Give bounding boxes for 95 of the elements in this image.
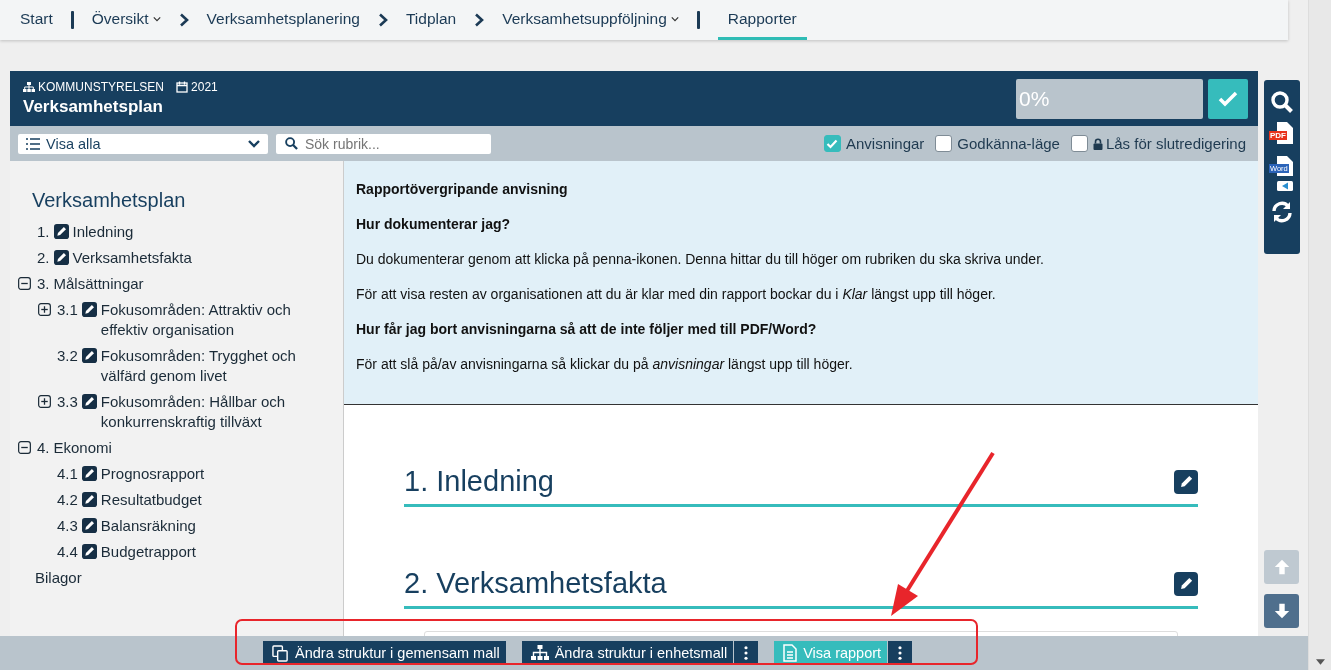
outline-item[interactable]: Bilagor xyxy=(35,568,82,588)
item-number: 3.2 xyxy=(57,346,78,366)
item-number: 1. xyxy=(37,222,50,242)
kebab-icon xyxy=(744,646,749,660)
nav-link[interactable]: Start xyxy=(20,0,53,40)
outline-title[interactable]: Verksamhetsplan xyxy=(32,189,343,212)
edit-icon[interactable] xyxy=(81,394,97,409)
more-menu-button[interactable] xyxy=(734,641,759,665)
outline-item[interactable]: Prognosrapport xyxy=(100,464,205,484)
outline-item[interactable]: Målsättningar xyxy=(53,274,144,294)
arrow-up-icon xyxy=(1272,558,1291,576)
outline-item[interactable]: Fokusområden: Attraktiv och effektiv organisation xyxy=(100,300,316,340)
edit-icon[interactable] xyxy=(53,250,69,265)
action-button[interactable]: Ändra struktur i enhetsmall xyxy=(521,641,734,665)
instruction-text: Du dokumenterar genom att klicka på penna-ikonen. Denna hittar du till höger om rubriken du ska skriva under. xyxy=(356,251,1045,267)
calendar-icon xyxy=(176,81,189,93)
pencil-icon xyxy=(1178,576,1194,591)
edit-icon[interactable] xyxy=(81,466,97,481)
refresh-icon[interactable] xyxy=(1270,200,1294,224)
checkbox[interactable] xyxy=(935,135,953,152)
expand-icon[interactable] xyxy=(38,303,51,316)
org-chart-icon xyxy=(530,645,549,661)
kebab-icon xyxy=(898,646,903,660)
more-menu-button[interactable] xyxy=(888,641,913,665)
nav-link[interactable]: Rapporter xyxy=(717,0,807,40)
chevron-icon xyxy=(474,13,485,27)
edit-icon[interactable] xyxy=(81,302,97,317)
nav-link[interactable]: Tidplan xyxy=(405,0,457,40)
document-icon xyxy=(783,644,798,662)
nav-link[interactable]: Verksamhetsuppföljning xyxy=(502,0,679,40)
item-number: 4.4 xyxy=(57,542,78,562)
checkbox-label[interactable]: Lås för slutredigering xyxy=(1105,135,1246,152)
year: 2021 xyxy=(191,80,218,94)
collapse-icon[interactable] xyxy=(18,277,31,290)
scrollbar[interactable] xyxy=(1308,0,1331,670)
nav-link[interactable]: Verksamhetsplanering xyxy=(206,0,360,40)
done-button[interactable] xyxy=(1208,78,1248,119)
check-icon xyxy=(1218,90,1238,107)
progress-percentage: 0% xyxy=(1019,86,1050,111)
item-number: 2. xyxy=(37,248,50,268)
item-number: 3.3 xyxy=(57,392,78,412)
chevron-icon xyxy=(377,13,388,27)
checkbox-label[interactable]: Anvisningar xyxy=(845,135,925,152)
item-number: 4.3 xyxy=(57,516,78,536)
section-heading: 2. Verksamhetsfakta xyxy=(404,567,667,600)
checkbox[interactable] xyxy=(823,135,841,152)
filter-dropdown[interactable]: Visa alla xyxy=(18,133,268,154)
edit-icon[interactable] xyxy=(81,348,97,363)
unit-name: KOMMUNSTYRELSEN xyxy=(38,80,165,94)
item-number: 4. xyxy=(37,438,50,458)
outline-item[interactable]: Inledning xyxy=(72,222,134,242)
instruction-heading: Rapportövergripande anvisning xyxy=(356,181,569,197)
collapse-icon[interactable] xyxy=(18,441,31,454)
arrow-down-icon xyxy=(1272,602,1291,620)
instruction-text: För att slå på/av anvisningarna så klickar du på anvisningar längst upp till höger. xyxy=(356,356,854,372)
search-icon[interactable] xyxy=(1270,90,1294,114)
item-number: 3.1 xyxy=(57,300,78,320)
checkbox-label[interactable]: Godkänna-läge xyxy=(957,135,1060,152)
outline-item[interactable]: Balansräkning xyxy=(100,516,196,536)
outline-item[interactable]: Verksamhetsfakta xyxy=(72,248,192,268)
scroll-arrow-icon[interactable] xyxy=(1315,659,1325,665)
caret-icon[interactable] xyxy=(670,16,679,22)
item-number: 4.2 xyxy=(57,490,78,510)
outline-item[interactable]: Fokusområden: Hållbar och konkurrenskraftig tillväxt xyxy=(100,392,316,432)
edit-icon[interactable] xyxy=(81,544,97,559)
instruction-heading: Hur får jag bort anvisningarna så att de inte följer med till PDF/Word? xyxy=(356,321,818,337)
edit-button[interactable] xyxy=(1174,469,1198,494)
item-number: 3. xyxy=(37,274,50,294)
outline-item[interactable]: Budgetrapport xyxy=(100,542,196,562)
instruction-text: För att visa resten av organisationen att du är klar med din rapport bockar du i Klar längst upp till höger. xyxy=(356,286,997,302)
outline-item[interactable]: Resultatbudget xyxy=(100,490,202,510)
action-button[interactable]: Ändra struktur i gemensam mall xyxy=(263,641,506,665)
chevron-down-icon xyxy=(248,139,260,148)
scroll-down-button[interactable] xyxy=(1264,594,1299,628)
edit-icon[interactable] xyxy=(53,224,69,239)
copy-icon xyxy=(272,644,289,662)
pencil-icon xyxy=(1178,474,1194,489)
outline-item[interactable]: Fokusområden: Trygghet och välfärd genom livet xyxy=(100,346,316,386)
edit-icon[interactable] xyxy=(81,492,97,507)
instruction-heading: Hur dokumenterar jag? xyxy=(356,216,512,232)
search-icon xyxy=(285,137,298,150)
search-field[interactable]: Sök rubrik... xyxy=(276,133,491,154)
section-heading: 1. Inledning xyxy=(404,465,554,498)
report-title: Verksamhetsplan xyxy=(23,97,164,117)
chevron-icon xyxy=(178,13,189,27)
org-chart-icon xyxy=(23,81,35,93)
list-icon xyxy=(26,137,40,150)
outline-item[interactable]: Ekonomi xyxy=(53,438,112,458)
edit-button[interactable] xyxy=(1174,571,1198,596)
item-number: 4.1 xyxy=(57,464,78,484)
nav-link[interactable]: Översikt xyxy=(91,0,161,40)
edit-icon[interactable] xyxy=(81,518,97,533)
checkbox[interactable] xyxy=(1070,135,1088,152)
caret-icon[interactable] xyxy=(152,16,161,22)
expand-icon[interactable] xyxy=(38,395,51,408)
